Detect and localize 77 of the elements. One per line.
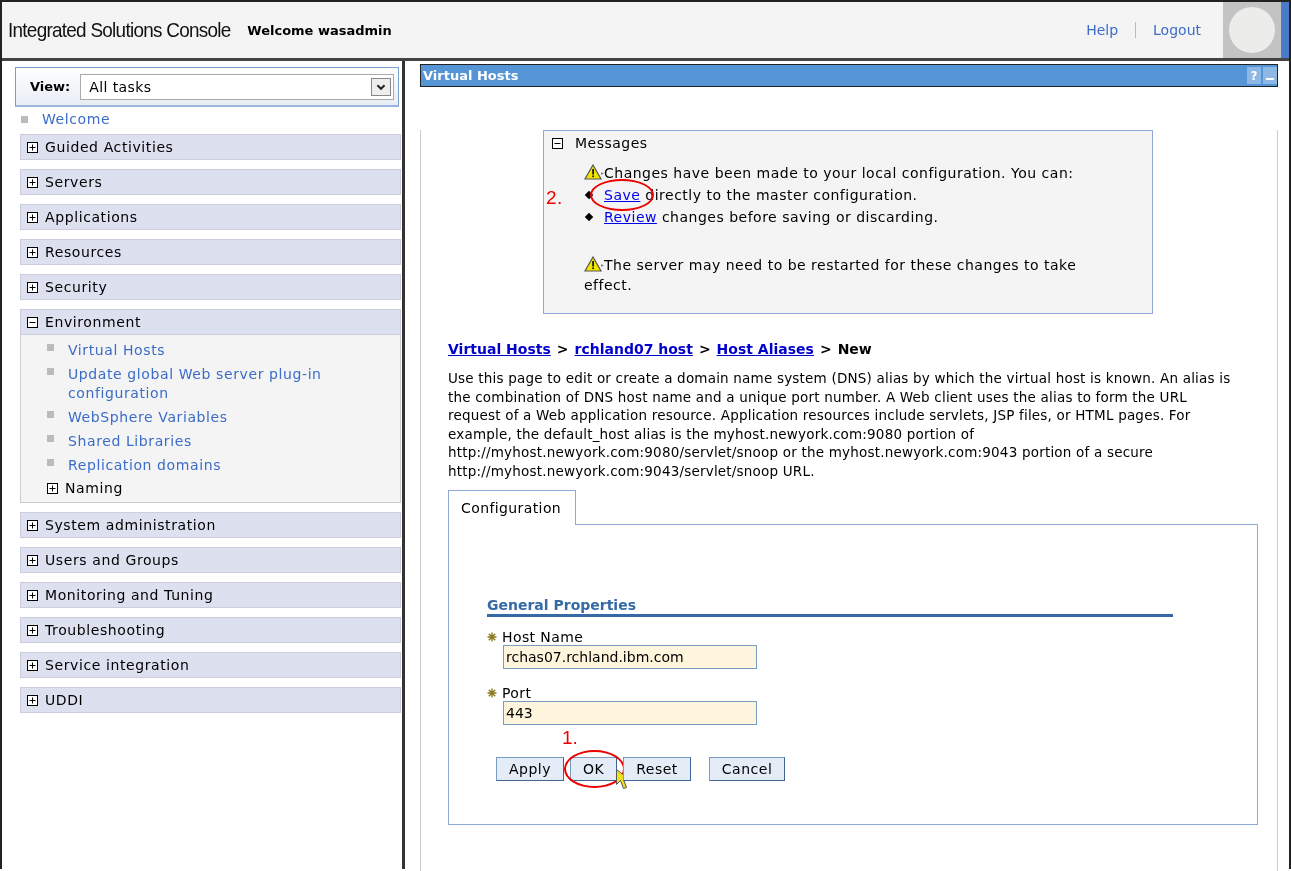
nav-section[interactable]: Resources: [20, 239, 401, 265]
nav-section[interactable]: Troubleshooting: [20, 617, 401, 643]
view-label: View:: [30, 79, 71, 94]
expand-icon[interactable]: [27, 589, 38, 601]
welcome-text: Welcome wasadmin: [247, 22, 392, 38]
text-field[interactable]: 443: [503, 701, 757, 725]
nav-section[interactable]: Environment: [20, 309, 401, 335]
expand-icon[interactable]: [27, 519, 38, 531]
nav-section[interactable]: Applications: [20, 204, 401, 230]
bullet-icon: [584, 212, 594, 222]
nav-link[interactable]: Shared Libraries: [68, 432, 338, 451]
expand-icon[interactable]: [27, 246, 38, 258]
nav-link[interactable]: WebSphere Variables: [68, 408, 338, 427]
message-link[interactable]: Review: [604, 209, 657, 225]
nav-section[interactable]: Users and Groups: [20, 547, 401, 573]
breadcrumb-link[interactable]: Host Aliases: [716, 341, 814, 357]
form-button[interactable]: Apply: [496, 757, 565, 781]
description-text: Use this page to edit or create a domain name system (DNS) alias by which the virtual host is known. An alias is the combination of DNS host name and a unique port number. A Web client uses the alias to form the URL request of a Web application resource. Application resources include servlets, JSP files, or HTML pages. For example, the default_host alias is the myhost.newyork.com:9080 portion of http://myhost.newyork.com:9080/servlet/snoop or the myhost.newyork.com:9043 portion of a secure http://myhost.newyork.com:9043/servlet/snoop URL.: [448, 369, 1232, 480]
breadcrumb-link[interactable]: rchland07 host: [574, 341, 693, 357]
nav-section[interactable]: Servers: [20, 169, 401, 195]
accent-bar: [1281, 2, 1289, 58]
view-select[interactable]: All tasks: [80, 73, 394, 100]
form-button[interactable]: OK: [570, 757, 618, 781]
breadcrumb-current: New: [837, 341, 872, 357]
nav-link[interactable]: Welcome: [42, 111, 111, 127]
bullet-icon: [47, 368, 54, 375]
callout-number: 1.: [562, 727, 578, 749]
bullet-icon: [47, 459, 54, 466]
bullet-icon: [21, 115, 28, 123]
collapse-icon[interactable]: [552, 137, 563, 149]
nav-link[interactable]: Replication domains: [68, 456, 338, 475]
breadcrumb-link[interactable]: Virtual Hosts: [448, 341, 551, 357]
expand-icon[interactable]: [27, 554, 38, 566]
text-field[interactable]: rchas07.rchland.ibm.com: [503, 645, 757, 669]
expand-icon[interactable]: [27, 176, 38, 188]
breadcrumb-separator: >: [698, 341, 711, 357]
nav-section[interactable]: Monitoring and Tuning: [20, 582, 401, 608]
dropdown-icon[interactable]: [371, 77, 391, 96]
nav-section[interactable]: Security: [20, 274, 401, 300]
expand-icon[interactable]: [47, 482, 58, 494]
nav-section[interactable]: Service integration: [20, 652, 401, 678]
tab[interactable]: Configuration: [448, 490, 577, 525]
nav-link[interactable]: Virtual Hosts: [68, 341, 338, 360]
expand-icon[interactable]: [27, 141, 38, 153]
bullet-icon: [47, 344, 54, 351]
field-label: Port: [502, 685, 532, 701]
bullet-icon: [47, 411, 54, 418]
header-link[interactable]: Help: [1086, 22, 1119, 38]
bullet-icon: [47, 435, 54, 442]
breadcrumb-separator: >: [819, 341, 832, 357]
expand-icon[interactable]: [27, 659, 38, 671]
nav-section[interactable]: Guided Activities: [20, 134, 401, 160]
warning-icon: [584, 256, 604, 272]
section-heading: General Properties: [487, 597, 1173, 617]
expand-icon[interactable]: [27, 211, 38, 223]
messages-title: Messages: [575, 135, 648, 151]
message-option: Review changes before saving or discarding.: [604, 209, 939, 225]
warning-icon: [584, 164, 604, 180]
collapse-icon[interactable]: [27, 316, 38, 328]
nav-link[interactable]: Update global Web server plug-in configuration: [68, 365, 338, 403]
form-button[interactable]: Cancel: [708, 757, 786, 781]
expand-icon[interactable]: [27, 694, 38, 706]
field-label: Host Name: [502, 629, 584, 645]
message-link[interactable]: Save: [604, 187, 641, 203]
expand-icon[interactable]: [27, 281, 38, 293]
nav-group[interactable]: Naming: [65, 480, 123, 496]
callout-number: 2.: [546, 187, 563, 209]
portlet-title: Virtual Hosts: [423, 68, 520, 83]
nav-section[interactable]: UDDI: [20, 687, 401, 713]
header-link[interactable]: Logout: [1153, 22, 1201, 38]
breadcrumb-separator: >: [556, 341, 569, 357]
app-title: Integrated Solutions Console: [8, 18, 231, 42]
warning-message: The server may need to be restarted for these changes to take effect.: [584, 255, 1078, 295]
form-button[interactable]: Reset: [623, 757, 691, 781]
nav-section[interactable]: System administration: [20, 512, 401, 538]
expand-icon[interactable]: [27, 624, 38, 636]
warning-message: Changes have been made to your local configuration. You can:: [584, 163, 1124, 183]
